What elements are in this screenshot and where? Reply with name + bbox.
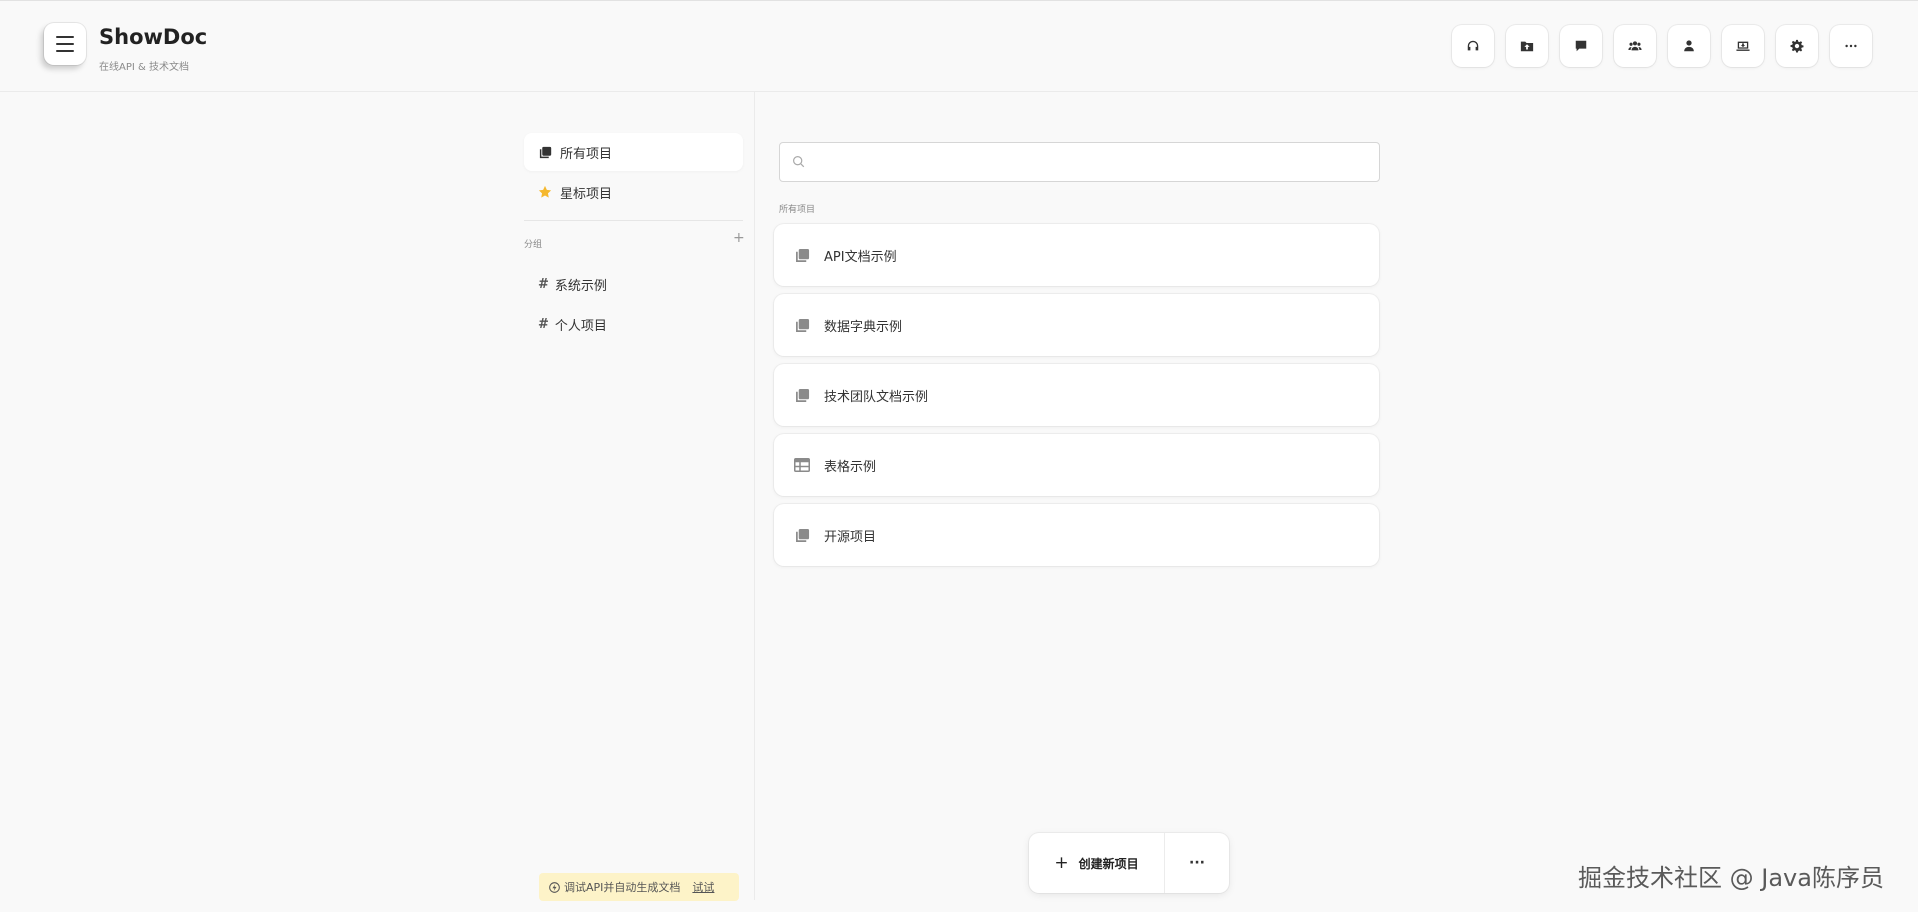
more-icon: [1845, 44, 1857, 48]
table-icon: [794, 457, 810, 473]
messages-button[interactable]: [1560, 25, 1602, 67]
menu-line: [56, 50, 74, 52]
project-card[interactable]: 技术团队文档示例: [774, 364, 1379, 426]
project-name: 技术团队文档示例: [824, 389, 929, 405]
sidebar-group-personal-projects[interactable]: # 个人项目: [524, 305, 743, 343]
project-name: 开源项目: [824, 529, 877, 545]
api-debug-promo: 调试API并自动生成文档 试试: [539, 873, 739, 901]
headphones-icon: [1467, 40, 1479, 51]
project-card[interactable]: 数据字典示例: [774, 294, 1379, 356]
group-section-label: 分组: [524, 240, 543, 250]
hash-icon: #: [538, 316, 549, 332]
hash-icon: #: [538, 276, 549, 292]
gear-icon: [1790, 39, 1804, 53]
copy-icon: [794, 527, 810, 543]
import-button[interactable]: [1506, 25, 1548, 67]
app-subtitle: 在线API & 技术文档: [99, 62, 189, 73]
sidebar-border: [754, 92, 755, 900]
create-project-label: 创建新项目: [1078, 856, 1139, 871]
profile-button[interactable]: [1668, 25, 1710, 67]
message-icon: [1575, 40, 1587, 52]
promo-text: 调试API并自动生成文档: [564, 881, 681, 894]
user-icon: [1684, 40, 1694, 52]
project-name: 数据字典示例: [824, 319, 903, 335]
add-group-button[interactable]: +: [733, 231, 745, 245]
settings-button[interactable]: [1776, 25, 1818, 67]
menu-line: [56, 36, 74, 38]
top-header: ShowDoc 在线API & 技术文档: [0, 0, 1918, 92]
group-label: 系统示例: [554, 278, 607, 294]
watermark: 掘金技术社区 @ Java陈序员: [1578, 864, 1884, 892]
search-icon: [792, 153, 805, 172]
project-card[interactable]: 开源项目: [774, 504, 1379, 566]
download-icon: [1736, 41, 1750, 51]
copy-icon: [538, 145, 552, 159]
client-download-button[interactable]: [1722, 25, 1764, 67]
bottom-action-bar: + 创建新项目 ···: [1029, 833, 1229, 893]
folder-upload-icon: [1520, 41, 1534, 52]
project-card[interactable]: 表格示例: [774, 434, 1379, 496]
star-icon: [538, 185, 552, 199]
promo-try-link[interactable]: 试试: [692, 879, 714, 895]
sidebar-item-label: 所有项目: [560, 146, 613, 162]
group-label: 个人项目: [554, 318, 607, 334]
sidebar-item-starred-projects[interactable]: 星标项目: [524, 173, 743, 211]
sidebar-group-system-examples[interactable]: # 系统示例: [524, 265, 743, 303]
menu-line: [56, 43, 74, 45]
team-button[interactable]: [1614, 25, 1656, 67]
app-title: ShowDoc: [99, 25, 208, 49]
project-search[interactable]: [779, 142, 1380, 182]
create-project-button[interactable]: + 创建新项目: [1029, 833, 1165, 893]
project-card[interactable]: API文档示例: [774, 224, 1379, 286]
copy-icon: [794, 317, 810, 333]
search-input[interactable]: [813, 147, 1373, 177]
project-name: 表格示例: [824, 459, 877, 475]
copy-icon: [794, 247, 810, 263]
sidebar-item-all-projects[interactable]: 所有项目: [524, 133, 743, 171]
project-name: API文档示例: [824, 249, 897, 265]
bottom-more-button[interactable]: ···: [1165, 833, 1229, 893]
support-button[interactable]: [1452, 25, 1494, 67]
sidebar-divider: [524, 220, 743, 221]
plus-icon: +: [1054, 853, 1069, 873]
menu-toggle-button[interactable]: [44, 23, 86, 65]
project-list-label: 所有项目: [779, 205, 816, 215]
bolt-icon: [549, 881, 560, 893]
sidebar-item-label: 星标项目: [560, 186, 613, 202]
team-icon: [1628, 41, 1642, 51]
more-button[interactable]: [1830, 25, 1872, 67]
copy-icon: [794, 387, 810, 403]
